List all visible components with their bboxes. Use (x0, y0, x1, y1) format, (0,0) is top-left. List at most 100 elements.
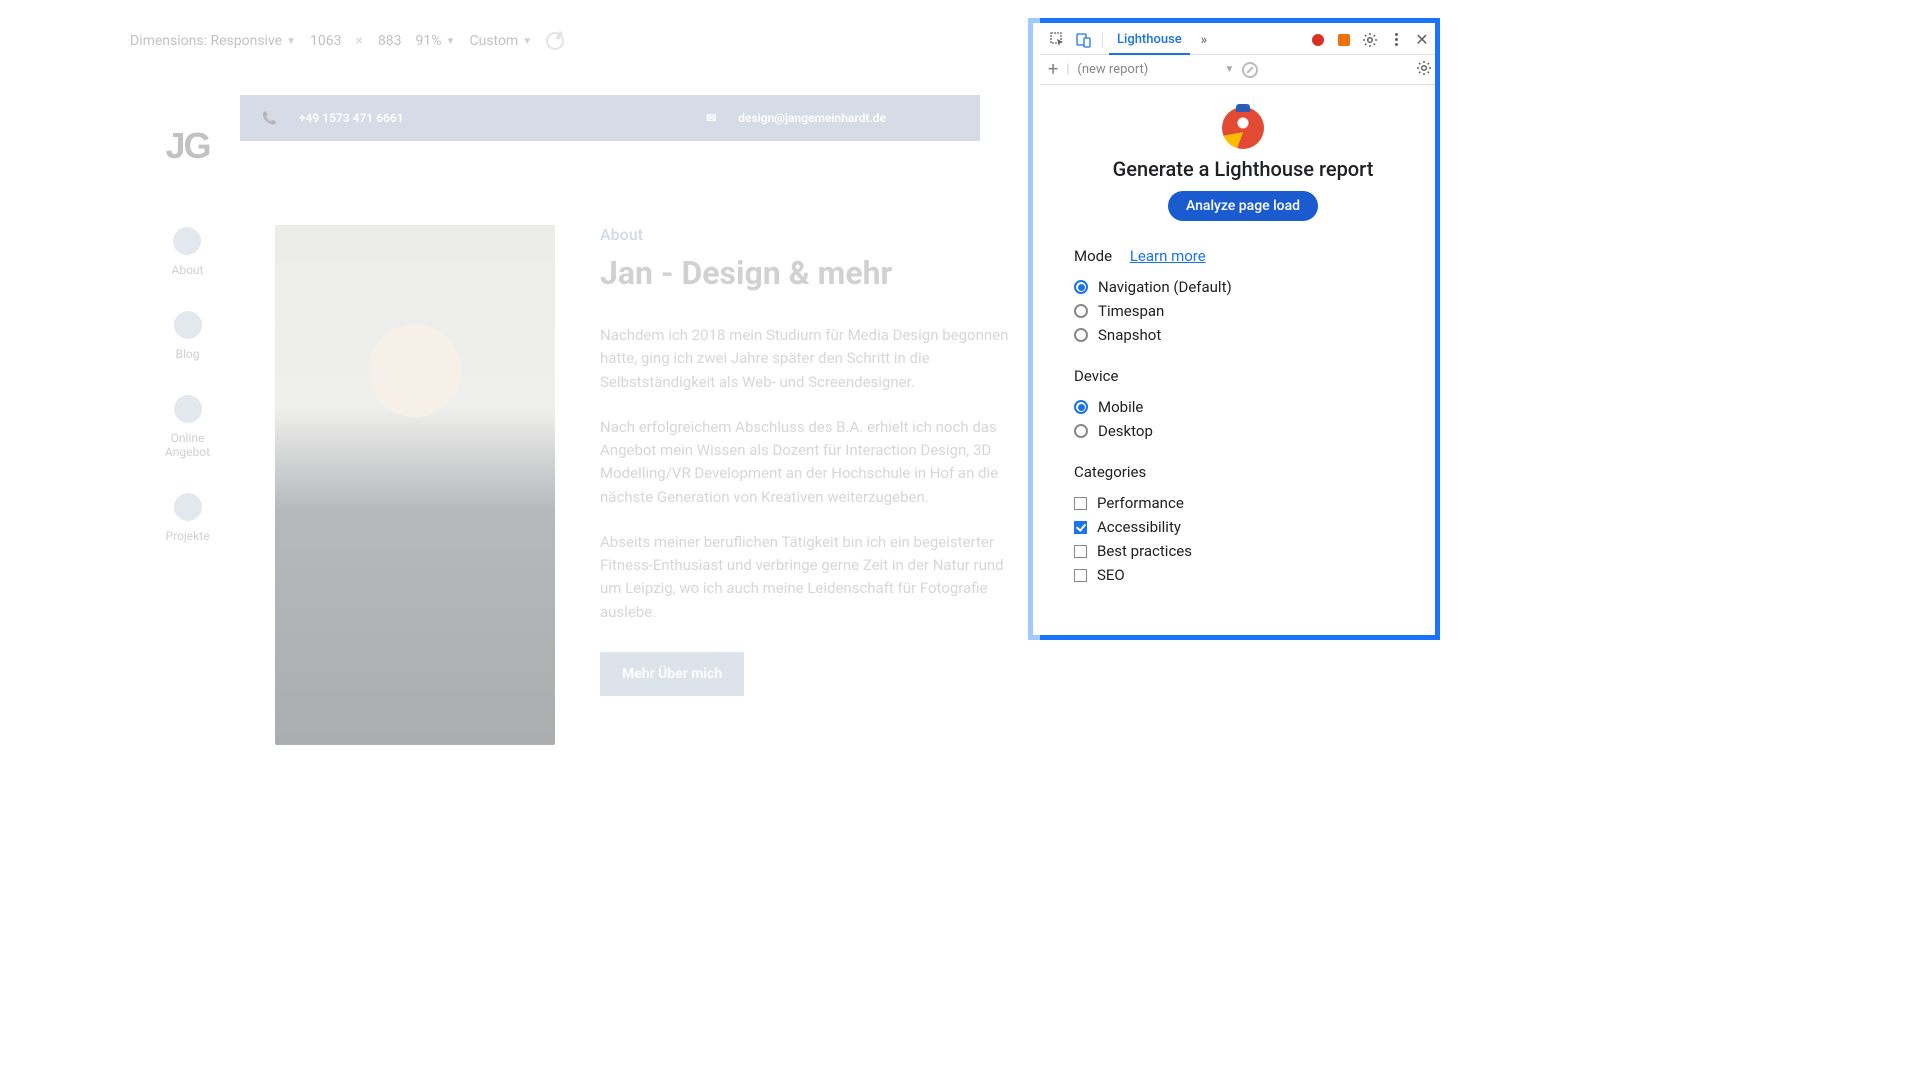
nav-item-projekte[interactable]: Projekte (166, 493, 210, 543)
mode-option-navigation[interactable]: Navigation (Default) (1074, 275, 1412, 299)
viewport-height[interactable]: 883 (378, 33, 402, 49)
about-paragraph: Nach erfolgreichem Abschluss des B.A. er… (600, 416, 1015, 509)
option-label: Best practices (1097, 542, 1192, 560)
clear-icon[interactable] (1242, 62, 1258, 78)
mail-icon: ✉ (706, 111, 716, 125)
rotate-icon[interactable] (543, 29, 568, 54)
learn-more-link[interactable]: Learn more (1130, 247, 1206, 265)
lighthouse-settings-icon[interactable] (1416, 60, 1432, 80)
lighthouse-logo-icon (1222, 107, 1264, 149)
device-option-desktop[interactable]: Desktop (1074, 419, 1412, 443)
nav-label: Projekte (166, 529, 210, 543)
nav-item-online-angebot[interactable]: Online Angebot (158, 395, 218, 459)
report-name: (new report) (1077, 62, 1148, 77)
zoom-value: 91% (416, 33, 442, 49)
nav-label: Blog (176, 347, 200, 361)
nav-item-about[interactable]: About (172, 227, 204, 277)
viewport-width[interactable]: 1063 (310, 33, 341, 49)
email-address[interactable]: design@jangemeinhardt.de (738, 111, 886, 125)
about-paragraph: Abseits meiner beruflichen Tätigkeit bin… (600, 531, 1015, 624)
throttle-dropdown[interactable]: Custom ▼ (469, 33, 532, 49)
about-section: About Jan - Design & mehr Nachdem ich 20… (275, 225, 1015, 745)
chevron-down-icon: ▼ (446, 36, 456, 47)
category-best-practices[interactable]: Best practices (1074, 539, 1412, 563)
tag-icon (174, 395, 202, 423)
about-paragraph: Nachdem ich 2018 mein Studium für Media … (600, 324, 1015, 394)
device-label: Device (1074, 367, 1412, 385)
categories-group: Categories Performance Accessibility Bes… (1074, 463, 1412, 587)
devtools-tabbar: Lighthouse » ✕ (1040, 25, 1440, 55)
mode-group: Mode Learn more Navigation (Default) Tim… (1074, 247, 1412, 347)
settings-icon[interactable] (1358, 32, 1382, 48)
device-group: Device Mobile Desktop (1074, 367, 1412, 443)
inspect-element-icon[interactable] (1046, 25, 1070, 54)
pencil-icon (174, 311, 202, 339)
checkbox-icon (1074, 497, 1087, 510)
option-label: Performance (1097, 494, 1184, 512)
device-toggle-icon[interactable] (1072, 25, 1096, 54)
tab-lighthouse[interactable]: Lighthouse (1109, 26, 1190, 55)
chevron-down-icon: ▼ (522, 36, 532, 47)
dimensions-label: Dimensions: Responsive (130, 33, 282, 49)
radio-icon (1074, 304, 1088, 318)
chevron-down-icon: ▼ (286, 36, 296, 47)
option-label: Snapshot (1098, 326, 1161, 344)
portrait-photo (275, 225, 555, 745)
nav-label: About (172, 263, 204, 277)
lighthouse-title: Generate a Lighthouse report (1074, 157, 1412, 181)
category-accessibility[interactable]: Accessibility (1074, 515, 1412, 539)
rendered-page-area: Dimensions: Responsive ▼ 1063 × 883 91% … (0, 0, 1040, 1080)
dimensions-dropdown[interactable]: Dimensions: Responsive ▼ (130, 33, 296, 49)
new-report-icon[interactable]: + (1048, 61, 1058, 79)
tab-label: Lighthouse (1117, 32, 1182, 47)
nav-item-blog[interactable]: Blog (174, 311, 202, 361)
phone-icon: 📞 (262, 111, 277, 125)
simulated-viewport: JG About Blog Online Angebot Projekte (135, 95, 1025, 815)
option-label: Navigation (Default) (1098, 278, 1232, 296)
site-topbar: 📞 +49 1573 471 6661 ✉ design@jangemeinha… (240, 95, 980, 141)
checkbox-icon (1074, 569, 1087, 582)
section-tag: About (600, 225, 1015, 244)
zoom-dropdown[interactable]: 91% ▼ (416, 33, 456, 49)
more-about-button[interactable]: Mehr Über mich (600, 652, 744, 696)
more-tabs-icon[interactable]: » (1192, 25, 1216, 54)
site-left-rail: JG About Blog Online Angebot Projekte (135, 95, 240, 815)
option-label: Desktop (1098, 422, 1153, 440)
category-seo[interactable]: SEO (1074, 563, 1412, 587)
dimension-separator: × (355, 33, 363, 49)
throttle-value: Custom (469, 33, 518, 49)
radio-icon (1074, 280, 1088, 294)
lighthouse-subtoolbar: + | (new report) ▼ (1040, 55, 1440, 85)
folder-icon (174, 493, 202, 521)
mode-label: Mode (1074, 247, 1112, 265)
report-select[interactable]: (new report) ▼ (1077, 62, 1234, 77)
nav-label: Online Angebot (158, 431, 218, 459)
radio-icon (1074, 400, 1088, 414)
person-icon (173, 227, 201, 255)
kebab-menu-icon[interactable] (1384, 33, 1408, 46)
device-option-mobile[interactable]: Mobile (1074, 395, 1412, 419)
about-heading: Jan - Design & mehr (600, 254, 1015, 292)
phone-number[interactable]: +49 1573 471 6661 (299, 111, 404, 125)
lighthouse-body: Generate a Lighthouse report Analyze pag… (1040, 85, 1440, 617)
category-performance[interactable]: Performance (1074, 491, 1412, 515)
checkbox-icon (1074, 521, 1087, 534)
errors-indicator[interactable] (1306, 34, 1330, 46)
chevron-down-icon: ▼ (1224, 64, 1234, 75)
mode-option-timespan[interactable]: Timespan (1074, 299, 1412, 323)
checkbox-icon (1074, 545, 1087, 558)
option-label: Timespan (1098, 302, 1164, 320)
site-logo[interactable]: JG (165, 125, 209, 167)
devtools-panel: Lighthouse » ✕ + | (new report) ▼ (1040, 25, 1440, 651)
radio-icon (1074, 424, 1088, 438)
radio-icon (1074, 328, 1088, 342)
analyze-page-load-button[interactable]: Analyze page load (1168, 191, 1318, 221)
option-label: Accessibility (1097, 518, 1181, 536)
device-toolbar: Dimensions: Responsive ▼ 1063 × 883 91% … (130, 27, 1040, 55)
warnings-indicator[interactable] (1332, 34, 1356, 46)
close-devtools-icon[interactable]: ✕ (1410, 32, 1434, 48)
mode-option-snapshot[interactable]: Snapshot (1074, 323, 1412, 347)
option-label: SEO (1097, 566, 1125, 584)
option-label: Mobile (1098, 398, 1143, 416)
categories-label: Categories (1074, 463, 1412, 481)
